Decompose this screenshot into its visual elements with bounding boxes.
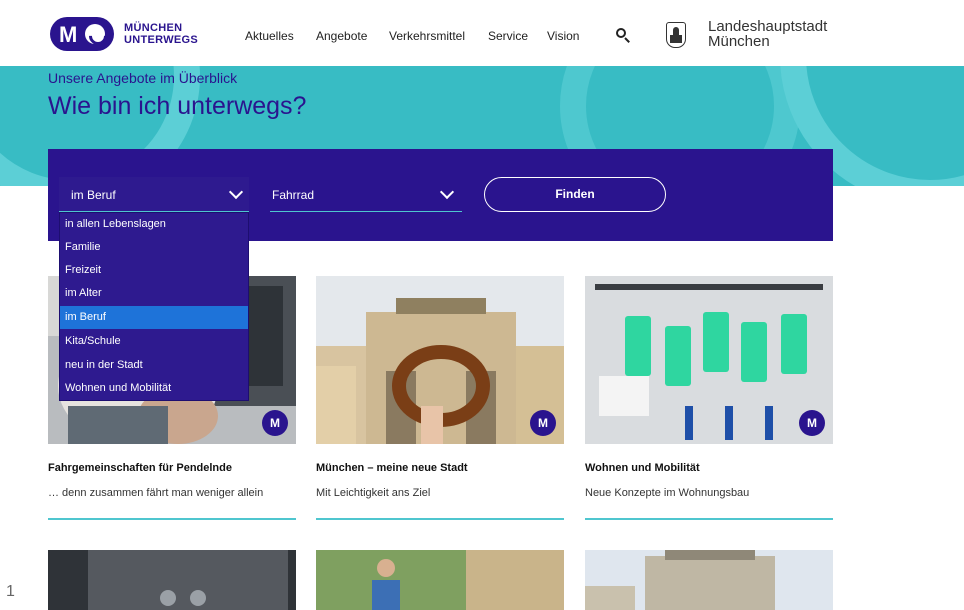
- card-title[interactable]: München – meine neue Stadt: [316, 462, 468, 474]
- chevron-down-icon: [228, 184, 244, 200]
- hero-subtitle: Unsere Angebote im Überblick: [48, 70, 238, 86]
- crest-icon[interactable]: [666, 22, 686, 48]
- card-photo-row2-2: [316, 550, 564, 610]
- card-image-row2-3[interactable]: [585, 550, 833, 610]
- card-photo-row2-3: [585, 550, 833, 610]
- card-badge: M: [262, 410, 288, 436]
- logo-letter: M: [59, 22, 78, 47]
- situation-select-value: im Beruf: [71, 188, 116, 202]
- card-title[interactable]: Fahrgemeinschaften für Pendelnde: [48, 462, 232, 474]
- card-title[interactable]: Wohnen und Mobilität: [585, 462, 700, 474]
- logo-text[interactable]: MÜNCHEN UNTERWEGS: [124, 22, 198, 46]
- situation-select[interactable]: im Beruf: [59, 177, 249, 212]
- logo-mark[interactable]: M: [50, 17, 114, 51]
- card-image-wohnen[interactable]: M: [585, 276, 833, 444]
- card-badge: M: [799, 410, 825, 436]
- card-divider: [585, 518, 833, 520]
- card-description: Neue Konzepte im Wohnungsbau: [585, 487, 750, 499]
- city-line1: Landeshauptstadt: [708, 18, 828, 35]
- chevron-down-icon: [439, 184, 455, 200]
- dropdown-option[interactable]: in allen Lebenslagen: [60, 213, 248, 236]
- situation-dropdown-list: in allen Lebenslagen Familie Freizeit im…: [59, 212, 249, 401]
- card-description: Mit Leichtigkeit ans Ziel: [316, 487, 431, 499]
- nav-service[interactable]: Service: [488, 29, 528, 43]
- card-description: … denn zusammen fährt man weniger allein: [48, 487, 264, 499]
- dropdown-option[interactable]: neu in der Stadt: [60, 354, 248, 377]
- card-image-row2-2[interactable]: [316, 550, 564, 610]
- dropdown-option-selected[interactable]: im Beruf: [60, 306, 248, 329]
- nav-angebote[interactable]: Angebote: [316, 29, 367, 43]
- city-line2: München: [708, 33, 770, 50]
- card-divider: [316, 518, 564, 520]
- dropdown-option[interactable]: Familie: [60, 236, 248, 259]
- find-button[interactable]: Finden: [484, 177, 666, 212]
- card-image-stadt[interactable]: M: [316, 276, 564, 444]
- dropdown-option[interactable]: Kita/Schule: [60, 330, 248, 353]
- card-image-row2-1[interactable]: [48, 550, 296, 610]
- card-photo-stadt: [316, 276, 564, 444]
- logo-text-line1: MÜNCHEN: [124, 22, 183, 34]
- page-title: Wie bin ich unterwegs?: [48, 92, 307, 120]
- city-name[interactable]: Landeshauptstadt München: [708, 19, 827, 49]
- search-icon[interactable]: [616, 28, 630, 43]
- logo-text-line2: UNTERWEGS: [124, 34, 199, 46]
- card-photo-wohnen: [585, 276, 833, 444]
- page-number: 1: [6, 583, 15, 600]
- nav-aktuelles[interactable]: Aktuelles: [245, 29, 294, 43]
- transport-select[interactable]: Fahrrad: [270, 177, 462, 212]
- card-divider: [48, 518, 296, 520]
- site-header: M MÜNCHEN UNTERWEGS Aktuelles Angebote V…: [0, 0, 964, 66]
- card-badge: M: [530, 410, 556, 436]
- nav-verkehrsmittel[interactable]: Verkehrsmittel: [389, 29, 465, 43]
- transport-select-value: Fahrrad: [272, 188, 315, 202]
- dropdown-option[interactable]: Freizeit: [60, 259, 248, 282]
- logo-smile-icon: [85, 24, 105, 44]
- dropdown-option[interactable]: im Alter: [60, 282, 248, 305]
- dropdown-option[interactable]: Wohnen und Mobilität: [60, 377, 248, 400]
- card-photo-row2-1: [48, 550, 296, 610]
- nav-vision[interactable]: Vision: [547, 29, 579, 43]
